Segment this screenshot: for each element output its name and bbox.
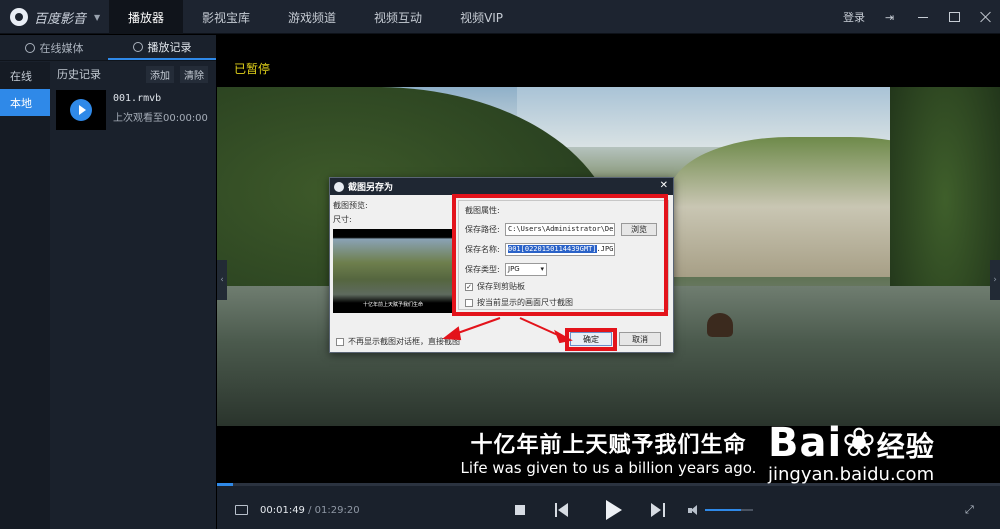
source-list: 在线 本地 <box>0 62 50 529</box>
progress-fill <box>217 483 233 486</box>
clock-icon <box>132 41 143 52</box>
dialog-title-bar: 截图另存为 <box>330 178 673 195</box>
window-controls: 登录 ⇥ <box>843 0 992 34</box>
watermark-logo: Bai❀经验 <box>768 420 998 466</box>
size-label: 尺寸: <box>333 215 352 224</box>
login-link[interactable]: 登录 <box>843 9 865 25</box>
volume-fill <box>705 509 741 511</box>
tab-play-history-label: 播放记录 <box>147 40 192 54</box>
paw-icon: ❀ <box>842 420 877 466</box>
maximize-icon[interactable] <box>949 12 960 22</box>
tab-online-media[interactable]: 在线媒体 <box>0 35 108 60</box>
history-meta: 001.rmvb 上次观看至00:00:00 <box>113 90 208 140</box>
clear-button[interactable]: 清除 <box>180 65 208 83</box>
app-icon <box>334 181 344 192</box>
preview-panel: 截图预览: 尺寸: 十亿年前上天赋予我们生命 <box>333 200 453 313</box>
time-display: 00:01:49 / 01:29:20 <box>260 505 360 516</box>
source-local[interactable]: 本地 <box>0 89 50 116</box>
preview-label: 截图预览: <box>333 201 368 210</box>
screenshot-preview: 十亿年前上天赋予我们生命 <box>333 229 453 313</box>
history-last-watched: 上次观看至00:00:00 <box>113 113 208 124</box>
watermark-logo-text: Bai <box>768 420 843 466</box>
baidu-jingyan-watermark: Bai❀经验 jingyan.baidu.com <box>768 420 998 516</box>
preview-subtitle: 十亿年前上天赋予我们生命 <box>362 302 423 308</box>
play-icon <box>70 99 92 121</box>
tab-video-library[interactable]: 影视宝库 <box>183 0 269 34</box>
sidebar: 在线媒体 播放记录 在线 本地 历史记录 添加 清除 001.rmvb 上次观看… <box>0 35 216 529</box>
volume-icon[interactable] <box>688 504 700 516</box>
app-logo[interactable]: 百度影音 ▼ <box>10 7 100 27</box>
next-icon[interactable] <box>651 503 665 517</box>
sidebar-tabs: 在线媒体 播放记录 <box>0 35 216 61</box>
chevron-down-icon: ▼ <box>94 12 101 22</box>
current-time: 00:01:49 <box>260 505 305 516</box>
title-bar: 百度影音 ▼ 播放器 影视宝库 游戏频道 视频互动 视频VIP 登录 ⇥ <box>0 0 1000 34</box>
pin-icon[interactable]: ⇥ <box>885 11 897 24</box>
cancel-button[interactable]: 取消 <box>619 332 661 346</box>
add-button[interactable]: 添加 <box>146 65 174 83</box>
stop-icon[interactable] <box>515 505 525 515</box>
history-header: 历史记录 添加 清除 <box>50 62 216 86</box>
tab-player[interactable]: 播放器 <box>109 0 184 34</box>
history-title: 历史记录 <box>57 68 101 81</box>
tab-video-interaction[interactable]: 视频互动 <box>355 0 441 34</box>
list-item[interactable]: 001.rmvb 上次观看至00:00:00 <box>50 90 216 140</box>
collapse-right-icon[interactable]: › <box>990 260 1000 300</box>
total-time: / 01:29:20 <box>308 505 360 516</box>
main-nav: 播放器 影视宝库 游戏频道 视频互动 视频VIP <box>109 0 522 34</box>
video-person <box>707 313 733 337</box>
paused-status: 已暂停 <box>234 62 271 76</box>
minimize-icon[interactable] <box>917 11 929 23</box>
tab-online-media-label: 在线媒体 <box>39 41 84 55</box>
baidu-player-logo-icon <box>10 8 28 26</box>
annotation-box-ok <box>565 328 617 351</box>
app-name: 百度影音 <box>34 11 87 27</box>
no-dialog-option[interactable]: 不再显示截图对话框，直接截图 <box>336 336 460 347</box>
no-dialog-label: 不再显示截图对话框，直接截图 <box>348 337 460 346</box>
dialog-title: 截图另存为 <box>348 183 394 193</box>
video-thumbnail <box>56 90 106 130</box>
watermark-logo-cn: 经验 <box>876 430 935 463</box>
previous-icon[interactable] <box>555 503 569 517</box>
tab-video-vip[interactable]: 视频VIP <box>441 0 522 34</box>
close-icon[interactable] <box>980 11 992 23</box>
no-dialog-checkbox[interactable] <box>336 337 344 346</box>
annotation-box-properties <box>452 194 668 316</box>
history-panel: 历史记录 添加 清除 001.rmvb 上次观看至00:00:00 <box>50 62 216 529</box>
folder-icon[interactable] <box>235 505 248 515</box>
watermark-url: jingyan.baidu.com <box>768 464 935 485</box>
play-button[interactable] <box>603 500 623 520</box>
home-icon <box>24 42 35 53</box>
volume-slider[interactable] <box>705 509 753 511</box>
tab-games[interactable]: 游戏频道 <box>269 0 355 34</box>
dialog-close-icon[interactable]: ✕ <box>660 180 668 191</box>
collapse-left-icon[interactable]: ‹ <box>217 260 227 300</box>
tab-play-history[interactable]: 播放记录 <box>108 35 216 60</box>
source-online[interactable]: 在线 <box>0 62 50 89</box>
history-file-name: 001.rmvb <box>113 93 162 104</box>
